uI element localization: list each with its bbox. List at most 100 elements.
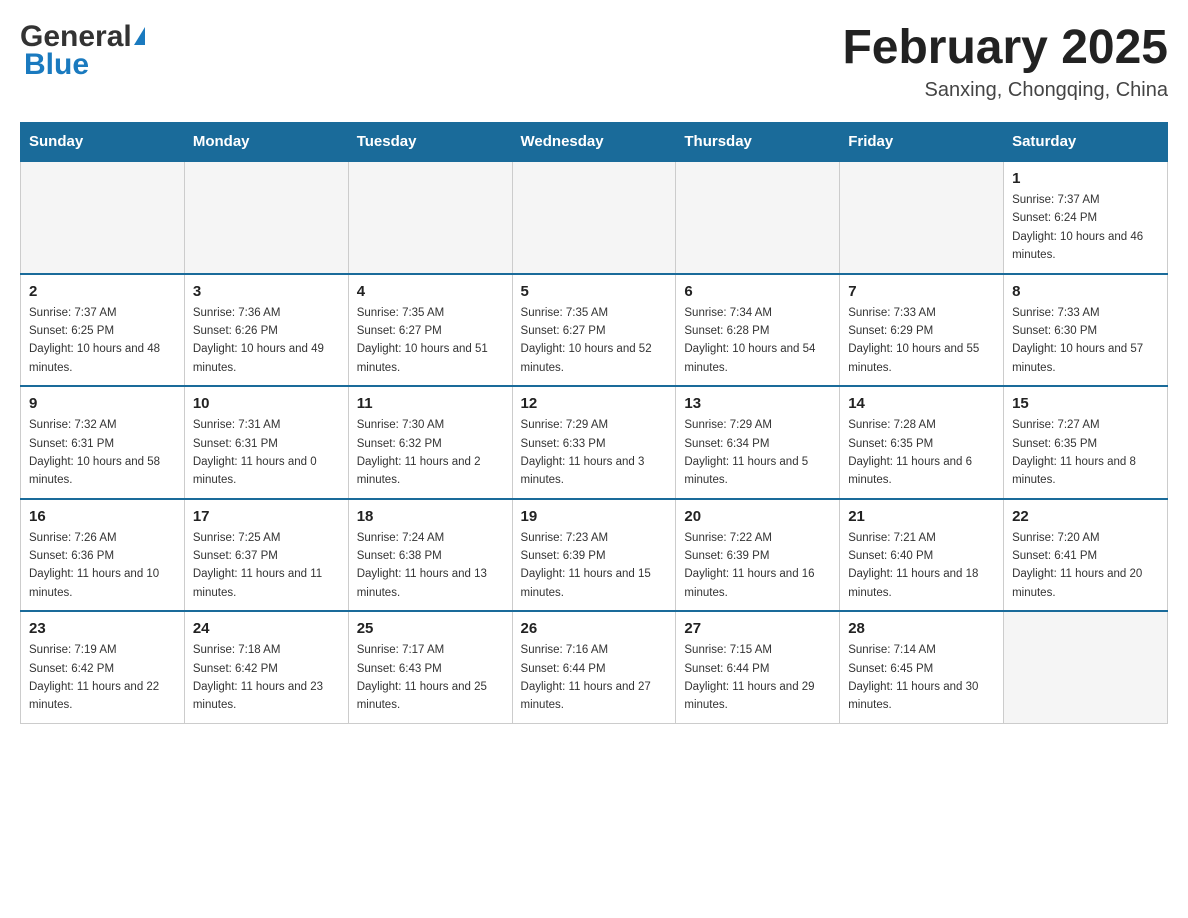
day-info: Sunrise: 7:27 AMSunset: 6:35 PMDaylight:… (1012, 416, 1159, 490)
day-info: Sunrise: 7:22 AMSunset: 6:39 PMDaylight:… (684, 529, 831, 603)
location-subtitle: Sanxing, Chongqing, China (842, 79, 1168, 102)
week-row-1: 1Sunrise: 7:37 AMSunset: 6:24 PMDaylight… (21, 161, 1168, 274)
day-number: 16 (29, 508, 176, 525)
day-number: 18 (357, 508, 504, 525)
col-saturday: Saturday (1004, 123, 1168, 162)
table-row (21, 161, 185, 274)
table-row: 11Sunrise: 7:30 AMSunset: 6:32 PMDayligh… (348, 386, 512, 499)
day-number: 27 (684, 620, 831, 637)
col-friday: Friday (840, 123, 1004, 162)
day-info: Sunrise: 7:28 AMSunset: 6:35 PMDaylight:… (848, 416, 995, 490)
day-info: Sunrise: 7:14 AMSunset: 6:45 PMDaylight:… (848, 641, 995, 715)
day-number: 28 (848, 620, 995, 637)
day-info: Sunrise: 7:15 AMSunset: 6:44 PMDaylight:… (684, 641, 831, 715)
table-row (840, 161, 1004, 274)
table-row: 7 Sunrise: 7:33 AMSunset: 6:29 PMDaylight… (840, 274, 1004, 387)
table-row: 4 Sunrise: 7:35 AMSunset: 6:27 PMDaylight… (348, 274, 512, 387)
table-row: 8 Sunrise: 7:33 AMSunset: 6:30 PMDaylight… (1004, 274, 1168, 387)
day-number: 5 (521, 283, 668, 300)
day-info: Sunrise: 7:19 AMSunset: 6:42 PMDaylight:… (29, 641, 176, 715)
day-number: 11 (357, 395, 504, 412)
table-row: 22 Sunrise: 7:20 AMSunset: 6:41 PMDayligh… (1004, 499, 1168, 612)
table-row: 26 Sunrise: 7:16 AMSunset: 6:44 PMDayligh… (512, 611, 676, 723)
col-thursday: Thursday (676, 123, 840, 162)
logo: General Blue (20, 20, 145, 82)
logo-blue-text: Blue (20, 48, 89, 82)
day-info: Sunrise: 7:37 AMSunset: 6:25 PMDaylight:… (29, 304, 176, 378)
day-number: 14 (848, 395, 995, 412)
week-row-4: 16 Sunrise: 7:26 AMSunset: 6:36 PMDayligh… (21, 499, 1168, 612)
table-row: 25 Sunrise: 7:17 AMSunset: 6:43 PMDayligh… (348, 611, 512, 723)
day-number: 6 (684, 283, 831, 300)
week-row-5: 23 Sunrise: 7:19 AMSunset: 6:42 PMDayligh… (21, 611, 1168, 723)
day-number: 8 (1012, 283, 1159, 300)
day-number: 17 (193, 508, 340, 525)
table-row: 18 Sunrise: 7:24 AMSunset: 6:38 PMDayligh… (348, 499, 512, 612)
day-info: Sunrise: 7:17 AMSunset: 6:43 PMDaylight:… (357, 641, 504, 715)
table-row: 2 Sunrise: 7:37 AMSunset: 6:25 PMDaylight… (21, 274, 185, 387)
day-number: 9 (29, 395, 176, 412)
table-row: 24Sunrise: 7:18 AMSunset: 6:42 PMDayligh… (184, 611, 348, 723)
day-number: 15 (1012, 395, 1159, 412)
table-row: 1Sunrise: 7:37 AMSunset: 6:24 PMDaylight… (1004, 161, 1168, 274)
table-row: 15 Sunrise: 7:27 AMSunset: 6:35 PMDayligh… (1004, 386, 1168, 499)
day-info: Sunrise: 7:25 AMSunset: 6:37 PMDaylight:… (193, 529, 340, 603)
table-row (348, 161, 512, 274)
day-info: Sunrise: 7:21 AMSunset: 6:40 PMDaylight:… (848, 529, 995, 603)
day-info: Sunrise: 7:26 AMSunset: 6:36 PMDaylight:… (29, 529, 176, 603)
day-info: Sunrise: 7:24 AMSunset: 6:38 PMDaylight:… (357, 529, 504, 603)
day-info: Sunrise: 7:23 AMSunset: 6:39 PMDaylight:… (521, 529, 668, 603)
day-info: Sunrise: 7:36 AMSunset: 6:26 PMDaylight:… (193, 304, 340, 378)
day-number: 26 (521, 620, 668, 637)
calendar-table: Sunday Monday Tuesday Wednesday Thursday… (20, 122, 1168, 724)
col-monday: Monday (184, 123, 348, 162)
page-header: General Blue February 2025 Sanxing, Chon… (20, 20, 1168, 102)
day-number: 3 (193, 283, 340, 300)
table-row (676, 161, 840, 274)
table-row: 13 Sunrise: 7:29 AMSunset: 6:34 PMDayligh… (676, 386, 840, 499)
day-info: Sunrise: 7:37 AMSunset: 6:24 PMDaylight:… (1012, 191, 1159, 265)
table-row: 6 Sunrise: 7:34 AMSunset: 6:28 PMDaylight… (676, 274, 840, 387)
day-info: Sunrise: 7:20 AMSunset: 6:41 PMDaylight:… (1012, 529, 1159, 603)
day-number: 22 (1012, 508, 1159, 525)
day-number: 20 (684, 508, 831, 525)
table-row: 17 Sunrise: 7:25 AMSunset: 6:37 PMDayligh… (184, 499, 348, 612)
table-row: 28 Sunrise: 7:14 AMSunset: 6:45 PMDayligh… (840, 611, 1004, 723)
logo-triangle-icon (134, 27, 145, 45)
day-number: 2 (29, 283, 176, 300)
day-info: Sunrise: 7:33 AMSunset: 6:29 PMDaylight:… (848, 304, 995, 378)
table-row (184, 161, 348, 274)
day-number: 21 (848, 508, 995, 525)
table-row (1004, 611, 1168, 723)
week-row-3: 9 Sunrise: 7:32 AMSunset: 6:31 PMDaylight… (21, 386, 1168, 499)
day-info: Sunrise: 7:33 AMSunset: 6:30 PMDaylight:… (1012, 304, 1159, 378)
day-number: 12 (521, 395, 668, 412)
table-row: 16 Sunrise: 7:26 AMSunset: 6:36 PMDayligh… (21, 499, 185, 612)
table-row: 23 Sunrise: 7:19 AMSunset: 6:42 PMDayligh… (21, 611, 185, 723)
day-info: Sunrise: 7:18 AMSunset: 6:42 PMDaylight:… (193, 641, 340, 715)
day-number: 7 (848, 283, 995, 300)
table-row: 9 Sunrise: 7:32 AMSunset: 6:31 PMDaylight… (21, 386, 185, 499)
day-number: 23 (29, 620, 176, 637)
day-number: 19 (521, 508, 668, 525)
calendar-header-row: Sunday Monday Tuesday Wednesday Thursday… (21, 123, 1168, 162)
day-info: Sunrise: 7:31 AMSunset: 6:31 PMDaylight:… (193, 416, 340, 490)
title-section: February 2025 Sanxing, Chongqing, China (842, 20, 1168, 102)
day-info: Sunrise: 7:34 AMSunset: 6:28 PMDaylight:… (684, 304, 831, 378)
day-info: Sunrise: 7:35 AMSunset: 6:27 PMDaylight:… (357, 304, 504, 378)
month-title: February 2025 (842, 20, 1168, 75)
day-info: Sunrise: 7:29 AMSunset: 6:34 PMDaylight:… (684, 416, 831, 490)
table-row: 5Sunrise: 7:35 AMSunset: 6:27 PMDaylight… (512, 274, 676, 387)
day-number: 4 (357, 283, 504, 300)
table-row: 10 Sunrise: 7:31 AMSunset: 6:31 PMDayligh… (184, 386, 348, 499)
day-number: 25 (357, 620, 504, 637)
table-row (512, 161, 676, 274)
day-number: 10 (193, 395, 340, 412)
table-row: 20 Sunrise: 7:22 AMSunset: 6:39 PMDayligh… (676, 499, 840, 612)
week-row-2: 2 Sunrise: 7:37 AMSunset: 6:25 PMDaylight… (21, 274, 1168, 387)
day-info: Sunrise: 7:32 AMSunset: 6:31 PMDaylight:… (29, 416, 176, 490)
day-number: 13 (684, 395, 831, 412)
day-info: Sunrise: 7:16 AMSunset: 6:44 PMDaylight:… (521, 641, 668, 715)
table-row: 21 Sunrise: 7:21 AMSunset: 6:40 PMDayligh… (840, 499, 1004, 612)
col-tuesday: Tuesday (348, 123, 512, 162)
